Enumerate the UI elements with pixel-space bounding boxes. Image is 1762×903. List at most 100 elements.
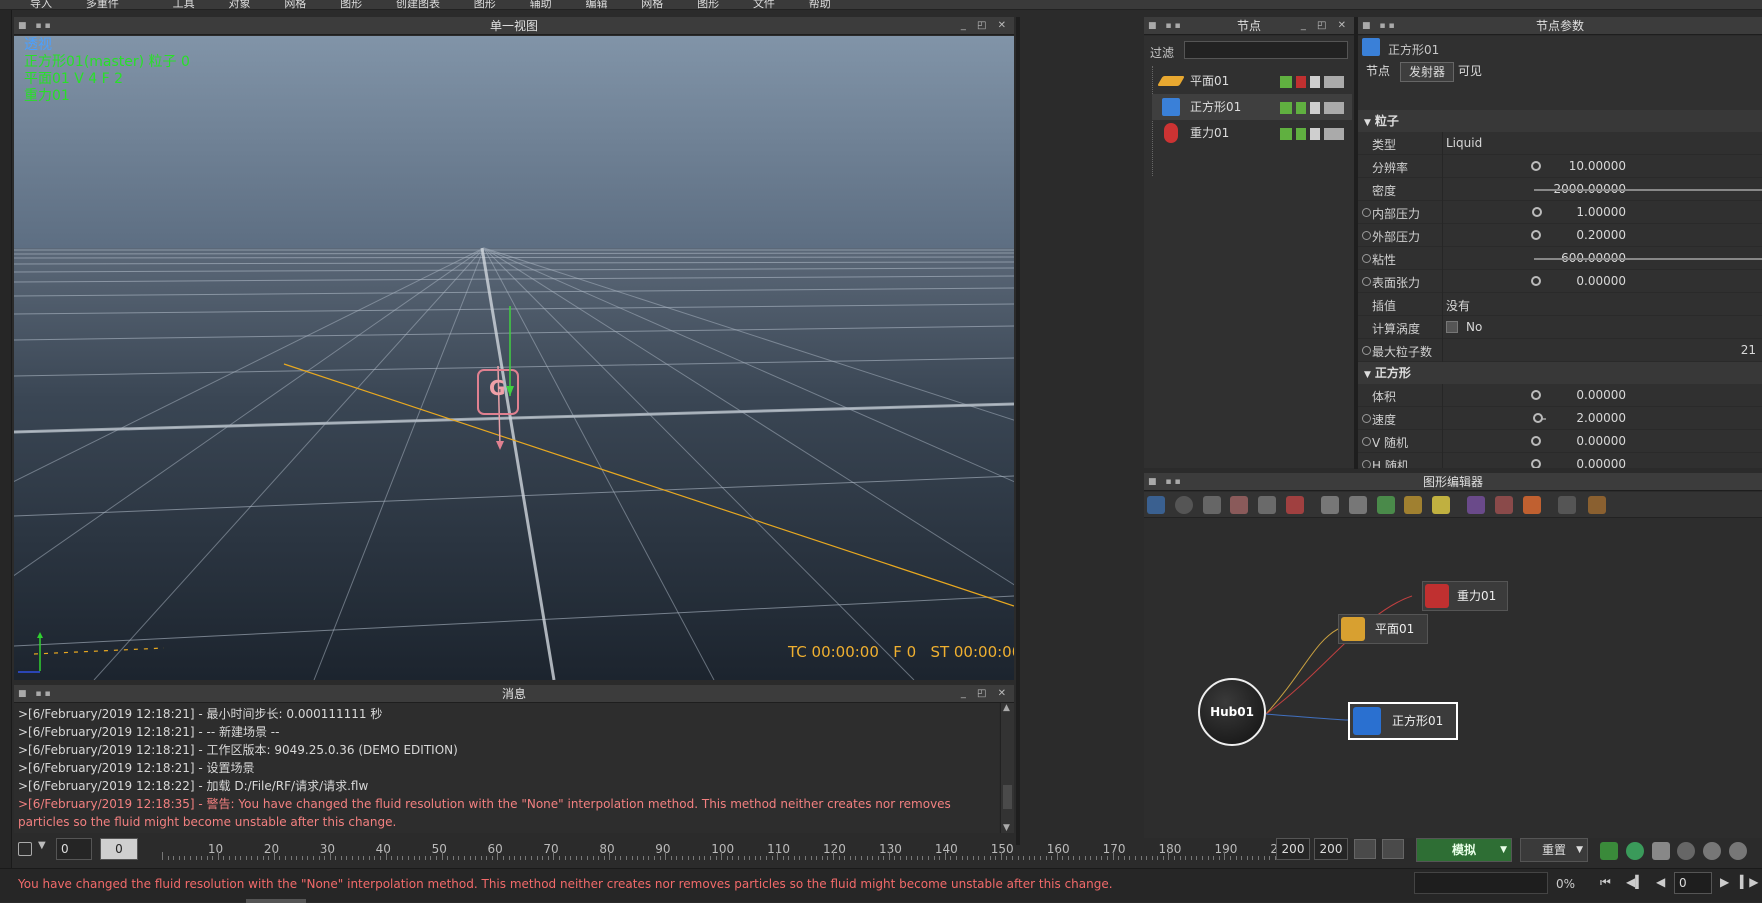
- play-back-icon[interactable]: ◀: [1656, 875, 1665, 889]
- axis-icon[interactable]: [1588, 496, 1607, 514]
- graph-node-gravity[interactable]: 重力01: [1422, 581, 1508, 611]
- param-row[interactable]: 内部压力 1.00000: [1358, 201, 1762, 224]
- param-slider-knob[interactable]: [1531, 276, 1541, 286]
- menu-item[interactable]: 文件: [753, 0, 775, 9]
- param-row[interactable]: 插值 没有: [1358, 293, 1762, 316]
- param-slider-knob[interactable]: [1531, 459, 1541, 468]
- node-status-icons[interactable]: [1280, 128, 1344, 140]
- node-status-icons[interactable]: [1280, 76, 1344, 88]
- param-slider-knob[interactable]: [1531, 390, 1541, 400]
- step-forward-icon[interactable]: ▍▶: [1740, 875, 1758, 889]
- dropdown-arrow-icon[interactable]: ▼: [38, 840, 46, 851]
- panel-window-controls-icon[interactable]: _ ◰ ✕: [961, 685, 1010, 703]
- param-row[interactable]: 速度 2.00000: [1358, 407, 1762, 430]
- zoom-icon[interactable]: [1348, 496, 1367, 514]
- param-text-value[interactable]: 没有: [1446, 297, 1470, 314]
- panel-grip-icon[interactable]: ■ ▪▪: [18, 17, 54, 35]
- keyframe-radio[interactable]: [1362, 277, 1371, 286]
- param-slider-knob[interactable]: [1531, 207, 1542, 217]
- param-slider-knob[interactable]: [1531, 230, 1541, 240]
- reset-button[interactable]: 重置 ▼: [1520, 838, 1588, 862]
- single-viewport[interactable]: G 透视 正方形01(master) 粒子 0 平面01 V 4 F 2 重力0…: [14, 36, 1014, 680]
- keyframe-radio[interactable]: [1362, 346, 1371, 355]
- param-row[interactable]: 最大粒子数 21: [1358, 339, 1762, 362]
- scroll-down-icon[interactable]: ▼: [1003, 823, 1010, 833]
- messages-scrollbar[interactable]: ▲ ▼: [1000, 703, 1014, 833]
- redo-icon[interactable]: [1174, 496, 1193, 514]
- timeline-range-end-field[interactable]: 200: [1314, 838, 1348, 860]
- group-icon[interactable]: [1522, 496, 1541, 514]
- param-slider-track[interactable]: [1534, 189, 1762, 191]
- tab-node[interactable]: 节点: [1358, 62, 1398, 82]
- settings-icon[interactable]: [1729, 842, 1748, 860]
- keyframe-icon[interactable]: [1382, 839, 1404, 859]
- frame-field[interactable]: 0: [1674, 872, 1712, 894]
- lock-icon[interactable]: [18, 842, 32, 856]
- paste-icon[interactable]: [1258, 496, 1277, 514]
- eye-icon[interactable]: [1677, 842, 1696, 860]
- step-back-icon[interactable]: ◀▍: [1626, 875, 1644, 889]
- menu-item[interactable]: 图形: [697, 0, 719, 9]
- tab-visible[interactable]: 可见: [1450, 62, 1490, 82]
- node-row-gravity[interactable]: 重力01: [1152, 120, 1352, 146]
- refresh-icon[interactable]: [1625, 842, 1644, 860]
- unlink-icon[interactable]: [1494, 496, 1513, 514]
- scroll-up-icon[interactable]: ▲: [1003, 703, 1010, 713]
- connect-icon[interactable]: [1404, 496, 1423, 514]
- param-row[interactable]: V 随机 0.00000: [1358, 430, 1762, 453]
- graph-node-cube[interactable]: 正方形01: [1348, 702, 1458, 740]
- param-section-header[interactable]: ▼ 粒子: [1358, 110, 1762, 132]
- palette-icon[interactable]: [1557, 496, 1576, 514]
- param-value[interactable]: 21: [1648, 343, 1756, 357]
- panel-window-controls-icon[interactable]: _ ◰ ✕: [961, 17, 1010, 35]
- link-icon[interactable]: [1467, 496, 1486, 514]
- panel-grip-icon[interactable]: ■ ▪▪: [1362, 17, 1398, 35]
- graph-node-plane[interactable]: 平面01: [1338, 614, 1428, 644]
- timeline-end-field[interactable]: 200: [1276, 838, 1310, 860]
- panel-grip-icon[interactable]: ■ ▪▪: [1148, 17, 1184, 35]
- undo-icon[interactable]: [1147, 496, 1165, 514]
- param-slider-knob[interactable]: [1531, 161, 1541, 171]
- go-start-icon[interactable]: ⏮: [1600, 875, 1611, 890]
- menu-item[interactable]: 对象: [228, 0, 250, 9]
- new-icon[interactable]: [1202, 496, 1221, 514]
- menu-item[interactable]: 网格: [284, 0, 306, 9]
- keyframe-radio[interactable]: [1362, 254, 1371, 263]
- play-icon[interactable]: ▶: [1720, 875, 1729, 889]
- menu-item[interactable]: 导入: [30, 0, 52, 9]
- scroll-thumb[interactable]: [1003, 785, 1012, 809]
- menu-item[interactable]: 图形: [340, 0, 362, 9]
- cache-icon[interactable]: [1600, 842, 1618, 860]
- timeline-ruler[interactable]: 10 20 30 40 50 60 70 80 90 100 110 120 130 140 150 160 1…: [142, 836, 1293, 862]
- param-row[interactable]: 体积 0.00000: [1358, 384, 1762, 407]
- gear-icon[interactable]: [1703, 842, 1722, 860]
- triangle-down-icon[interactable]: ▼: [1364, 118, 1371, 128]
- param-text-value[interactable]: Liquid: [1446, 136, 1482, 150]
- keyframe-radio[interactable]: [1362, 208, 1371, 217]
- menu-item[interactable]: 帮助: [809, 0, 831, 9]
- param-row[interactable]: 表面张力 0.00000: [1358, 270, 1762, 293]
- chevron-down-icon[interactable]: ▼: [1500, 839, 1507, 861]
- node-row-plane[interactable]: 平面01: [1152, 68, 1352, 94]
- timeline-current-frame[interactable]: 0: [100, 838, 138, 860]
- menu-item[interactable]: 辅助: [530, 0, 552, 9]
- param-row[interactable]: 外部压力 0.20000: [1358, 224, 1762, 247]
- keyframe-radio[interactable]: [1362, 231, 1371, 240]
- delete-icon[interactable]: [1286, 496, 1305, 514]
- filter-input[interactable]: [1184, 41, 1348, 59]
- chevron-down-icon[interactable]: ▼: [1576, 839, 1583, 861]
- note-icon[interactable]: [1432, 496, 1451, 514]
- timeline-start-field[interactable]: 0: [56, 838, 92, 860]
- node-status-icons[interactable]: [1280, 102, 1344, 114]
- panel-window-controls-icon[interactable]: _ ◰ ✕: [1301, 17, 1350, 35]
- zoom-fit-icon[interactable]: [1320, 496, 1339, 514]
- node-row-cube[interactable]: 正方形01: [1152, 94, 1352, 120]
- menu-item[interactable]: 多重件: [86, 0, 119, 9]
- param-row[interactable]: 计算涡度 No: [1358, 316, 1762, 339]
- checkbox[interactable]: [1446, 321, 1458, 333]
- keyframe-radio[interactable]: [1362, 437, 1371, 446]
- layout-icon[interactable]: [1376, 496, 1395, 514]
- range-icon[interactable]: [1354, 839, 1376, 859]
- simulate-button[interactable]: 模拟 ▼: [1416, 838, 1512, 862]
- param-row[interactable]: 密度2000.00000: [1358, 178, 1762, 201]
